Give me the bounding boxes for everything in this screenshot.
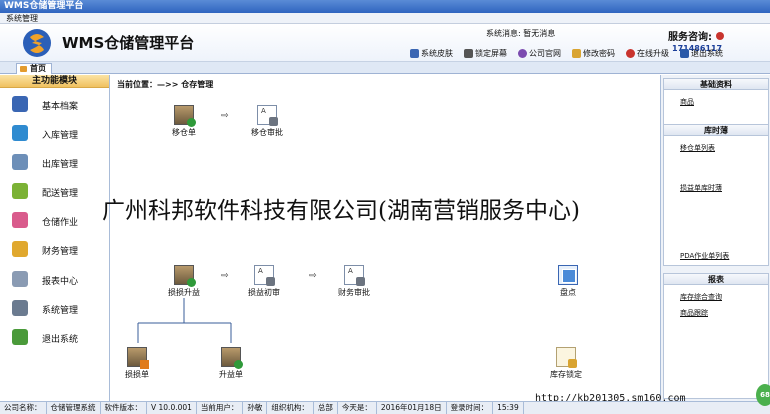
rp-link-stock-query[interactable]: 库存综合查询 <box>680 292 722 302</box>
exit-icon <box>12 329 28 345</box>
sidebar-item-settings[interactable]: 系统管理 <box>0 295 108 321</box>
delivery-icon <box>12 183 28 199</box>
exit-system-button[interactable]: 退出系统 <box>680 48 723 59</box>
app-title: WMS仓储管理平台 <box>62 34 195 52</box>
upgrade-icon <box>626 49 635 58</box>
status-today-label: 今天是： <box>338 402 377 414</box>
node-stock-lock[interactable]: 库存锁定 <box>541 347 591 380</box>
sidebar-item-inbound[interactable]: 入库管理 <box>0 120 108 146</box>
status-version: V 10.0.001 <box>147 402 197 414</box>
header: WMS仓储管理平台 系统消息: 暂无消息 服务咨询:171486117 系统皮肤… <box>0 24 770 62</box>
exit-icon <box>680 49 689 58</box>
sidebar-item-warehouse[interactable]: 仓储作业 <box>0 207 108 233</box>
status-login: 15:39 <box>493 402 524 414</box>
skin-icon <box>410 49 419 58</box>
status-user-label: 当前用户： <box>197 402 244 414</box>
lock-icon <box>464 49 473 58</box>
company-watermark: 广州科邦软件科技有限公司(湖南营销服务中心) <box>102 198 580 224</box>
node-stocktake[interactable]: 盘点 <box>543 265 593 298</box>
window-title: WMS仓储管理平台 <box>0 0 770 13</box>
workflow-canvas: 当前位置：—>> 仓存管理 移仓单 ⇨ 移仓审批 损损升益 ⇨ 损益初审 ⇨ 财… <box>111 75 659 401</box>
node-gain-order[interactable]: 升益单 <box>206 347 256 380</box>
breadcrumb: 当前位置：—>> 仓存管理 <box>117 80 214 89</box>
gain-order-icon <box>221 347 243 369</box>
node-finance-approve[interactable]: 财务审批 <box>329 265 379 298</box>
status-login-label: 登录时间： <box>447 402 494 414</box>
arrow-right-icon: ⇨ <box>221 271 229 281</box>
move-approve-icon <box>257 105 278 126</box>
archive-icon <box>12 96 28 112</box>
sidebar: 主功能模块 基本档案 入库管理 出库管理 配送管理 仓储作业 财务管理 报表中心… <box>0 75 110 401</box>
rp-group-ledger: 库时薄 移仓单列表 损益单库时薄 PDA作业单列表 <box>663 124 769 266</box>
rp-link-pda-list[interactable]: PDA作业单列表 <box>680 251 729 261</box>
sidebar-item-finance[interactable]: 财务管理 <box>0 236 108 262</box>
menubar: 系统管理 <box>0 13 770 24</box>
node-loss-order[interactable]: 损损单 <box>112 347 162 380</box>
status-user: 孙敏 <box>243 402 268 414</box>
rp-group-report: 报表 库存综合查询 商品跟踪 <box>663 273 769 399</box>
change-password-button[interactable]: 修改密码 <box>572 48 615 59</box>
inbound-icon <box>12 125 28 141</box>
tab-home[interactable]: 首页 <box>16 63 52 74</box>
stock-lock-icon <box>556 347 577 368</box>
arrow-right-icon: ⇨ <box>221 111 229 121</box>
status-bar: 公司名称： 仓储管理系统 软件版本： V 10.0.001 当前用户： 孙敏 组… <box>0 401 770 414</box>
menu-system[interactable]: 系统管理 <box>6 14 38 23</box>
system-message: 系统消息: 暂无消息 <box>486 29 556 38</box>
user-icon <box>716 32 724 40</box>
node-move-order[interactable]: 移仓单 <box>159 105 209 138</box>
rp-link-goods[interactable]: 商品 <box>680 97 694 107</box>
finance-approve-icon <box>344 265 365 286</box>
sidebar-title: 主功能模块 <box>0 75 109 88</box>
rp-link-loss-gain-ledger[interactable]: 损益单库时薄 <box>680 183 722 193</box>
right-panel: 基础资料 商品 库时薄 移仓单列表 损益单库时薄 PDA作业单列表 报表 库存综… <box>660 75 770 401</box>
settings-icon <box>12 300 28 316</box>
online-upgrade-button[interactable]: 在线升级 <box>626 48 669 59</box>
lock-screen-button[interactable]: 锁定屏幕 <box>464 48 507 59</box>
stocktake-icon <box>558 265 578 285</box>
rp-link-goods-track[interactable]: 商品跟踪 <box>680 308 708 318</box>
toolbar: 系统皮肤 锁定屏幕 公司官网 修改密码 在线升级 退出系统 <box>410 48 723 59</box>
status-company: 仓储管理系统 <box>47 402 101 414</box>
corner-badge[interactable]: 68 <box>756 384 770 406</box>
status-version-label: 软件版本： <box>101 402 147 414</box>
node-loss-gain[interactable]: 损损升益 <box>159 265 209 298</box>
arrow-right-icon: ⇨ <box>309 271 317 281</box>
report-icon <box>12 271 28 287</box>
move-order-icon <box>174 105 196 127</box>
loss-gain-review-icon <box>254 265 275 286</box>
sidebar-item-archive[interactable]: 基本档案 <box>0 91 108 117</box>
node-move-approve[interactable]: 移仓审批 <box>242 105 292 138</box>
warehouse-icon <box>12 212 28 228</box>
outbound-icon <box>12 154 28 170</box>
key-icon <box>572 49 581 58</box>
rp-link-move-list[interactable]: 移仓单列表 <box>680 143 715 153</box>
status-org: 总部 <box>314 402 338 414</box>
tabstrip: 首页 <box>0 62 770 74</box>
loss-gain-icon <box>174 265 196 287</box>
company-site-button[interactable]: 公司官网 <box>518 48 561 59</box>
rp-group-basic: 基础资料 商品 <box>663 78 769 128</box>
finance-icon <box>12 241 28 257</box>
status-org-label: 组织机构： <box>267 402 314 414</box>
sidebar-item-outbound[interactable]: 出库管理 <box>0 149 108 175</box>
sidebar-item-exit[interactable]: 退出系统 <box>0 324 108 350</box>
sidebar-item-delivery[interactable]: 配送管理 <box>0 178 108 204</box>
node-loss-gain-review[interactable]: 损益初审 <box>239 265 289 298</box>
status-today: 2016年01月18日 <box>377 402 447 414</box>
globe-icon <box>518 49 527 58</box>
status-company-label: 公司名称： <box>0 402 47 414</box>
sidebar-item-report[interactable]: 报表中心 <box>0 266 108 292</box>
logo-icon <box>23 29 51 57</box>
skin-button[interactable]: 系统皮肤 <box>410 48 453 59</box>
loss-order-icon <box>127 347 149 369</box>
